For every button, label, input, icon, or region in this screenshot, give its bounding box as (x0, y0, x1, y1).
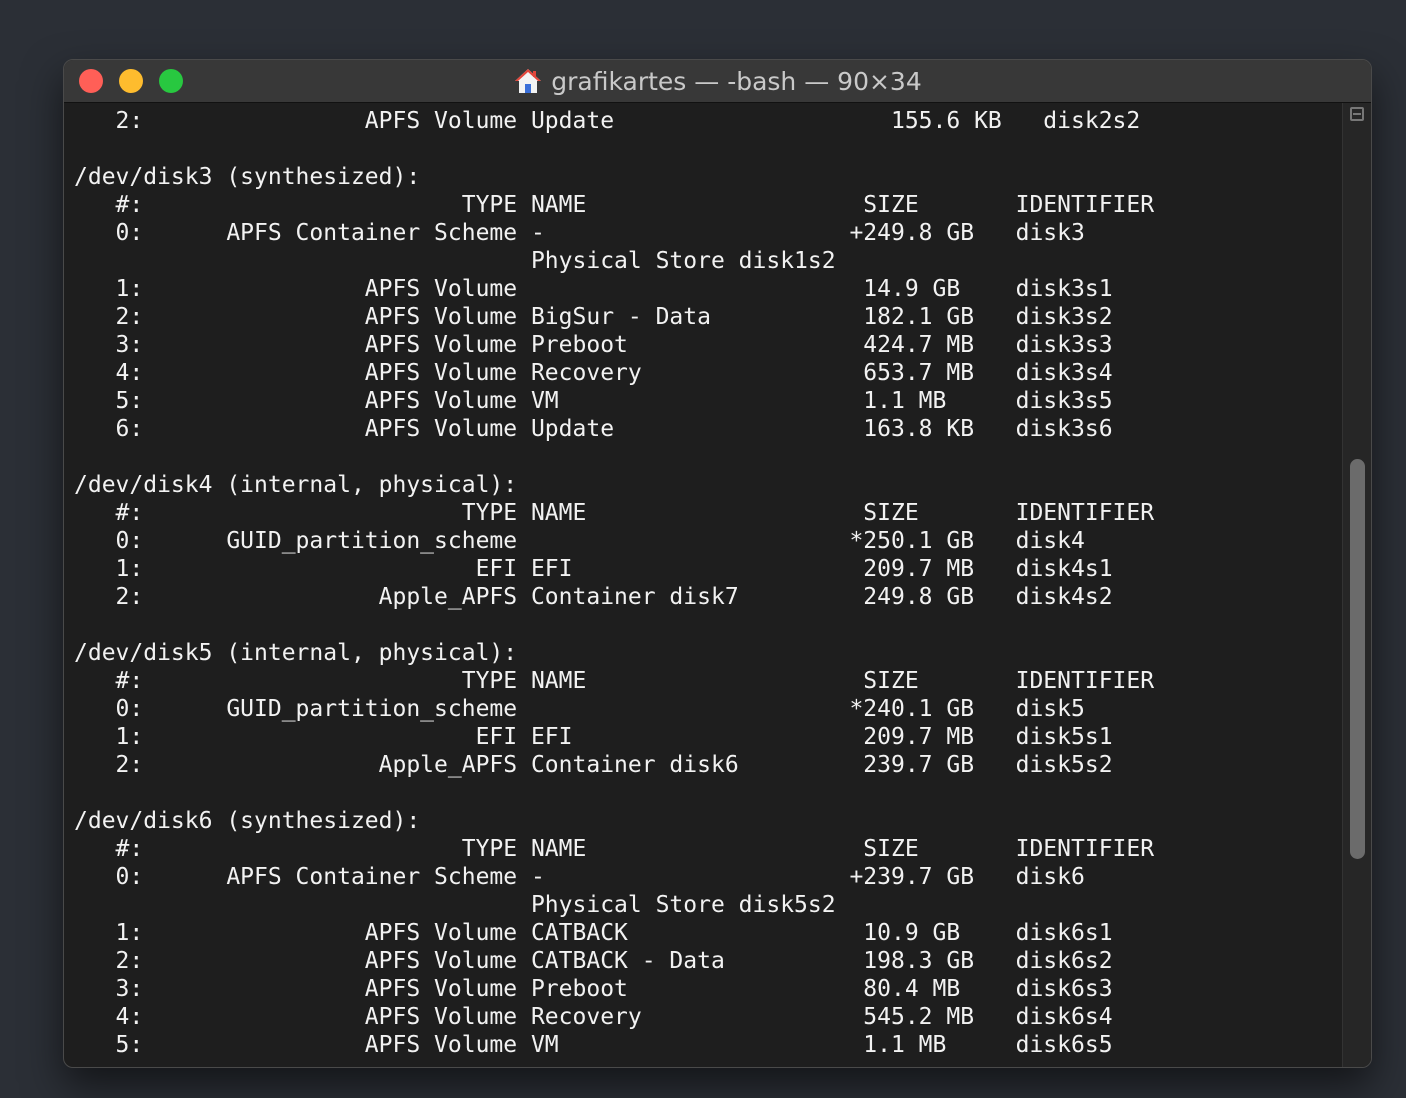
scrollbar-track[interactable] (1342, 103, 1371, 1067)
window-titlebar[interactable]: grafikartes — -bash — 90×34 (64, 60, 1371, 103)
window-title: grafikartes — -bash — 90×34 (551, 66, 922, 96)
terminal-line: 2: Apple_APFS Container disk6 239.7 GB d… (74, 752, 1113, 778)
terminal-line: 2: APFS Volume CATBACK - Data 198.3 GB d… (74, 948, 1113, 974)
desktop-background: grafikartes — -bash — 90×34 2: APFS Volu… (0, 0, 1406, 1098)
terminal-line: #: TYPE NAME SIZE IDENTIFIER (74, 500, 1155, 526)
terminal-line: /dev/disk3 (synthesized): (74, 164, 421, 190)
terminal-line: 1: EFI EFI 209.7 MB disk5s1 (74, 724, 1113, 750)
terminal-line: 2: APFS Volume Update 155.6 KB disk2s2 (74, 108, 1141, 134)
terminal-line: 2: APFS Volume BigSur - Data 182.1 GB di… (74, 304, 1113, 330)
terminal-line: #: TYPE NAME SIZE IDENTIFIER (74, 836, 1155, 862)
terminal-line: #: TYPE NAME SIZE IDENTIFIER (74, 192, 1155, 218)
terminal-line: 2: Apple_APFS Container disk7 249.8 GB d… (74, 584, 1113, 610)
terminal-line: #: TYPE NAME SIZE IDENTIFIER (74, 668, 1155, 694)
terminal-line: 3: APFS Volume Preboot 424.7 MB disk3s3 (74, 332, 1113, 358)
terminal-line: 0: GUID_partition_scheme *240.1 GB disk5 (74, 696, 1085, 722)
window-title-area: grafikartes — -bash — 90×34 (64, 60, 1371, 102)
terminal-line: 5: APFS Volume VM 1.1 MB disk3s5 (74, 388, 1113, 414)
terminal-line: Physical Store disk5s2 (74, 892, 836, 918)
terminal-line: 6: APFS Volume Update 163.8 KB disk3s6 (74, 416, 1113, 442)
terminal-line: 3: APFS Volume Preboot 80.4 MB disk6s3 (74, 976, 1113, 1002)
terminal-line: 5: APFS Volume VM 1.1 MB disk6s5 (74, 1032, 1113, 1058)
terminal-line: 0: APFS Container Scheme - +239.7 GB dis… (74, 864, 1085, 890)
terminal-line: 4: APFS Volume Recovery 653.7 MB disk3s4 (74, 360, 1113, 386)
terminal-output[interactable]: 2: APFS Volume Update 155.6 KB disk2s2/d… (64, 103, 1342, 1067)
scrollbar-thumb[interactable] (1350, 459, 1365, 859)
terminal-line: 1: EFI EFI 209.7 MB disk4s1 (74, 556, 1113, 582)
terminal-line: /dev/disk6 (synthesized): (74, 808, 421, 834)
terminal-line: Physical Store disk1s2 (74, 248, 836, 274)
terminal-line: 1: APFS Volume CATBACK 10.9 GB disk6s1 (74, 920, 1113, 946)
split-pane-icon[interactable] (1350, 107, 1364, 121)
terminal-line: 1: APFS Volume 14.9 GB disk3s1 (74, 276, 1113, 302)
terminal-line: 0: GUID_partition_scheme *250.1 GB disk4 (74, 528, 1085, 554)
terminal-window[interactable]: grafikartes — -bash — 90×34 2: APFS Volu… (63, 59, 1372, 1068)
terminal-line: /dev/disk5 (internal, physical): (74, 640, 518, 666)
terminal-line: 0: APFS Container Scheme - +249.8 GB dis… (74, 220, 1085, 246)
terminal-line: 4: APFS Volume Recovery 545.2 MB disk6s4 (74, 1004, 1113, 1030)
home-folder-icon (513, 66, 543, 96)
terminal-line: /dev/disk4 (internal, physical): (74, 472, 518, 498)
